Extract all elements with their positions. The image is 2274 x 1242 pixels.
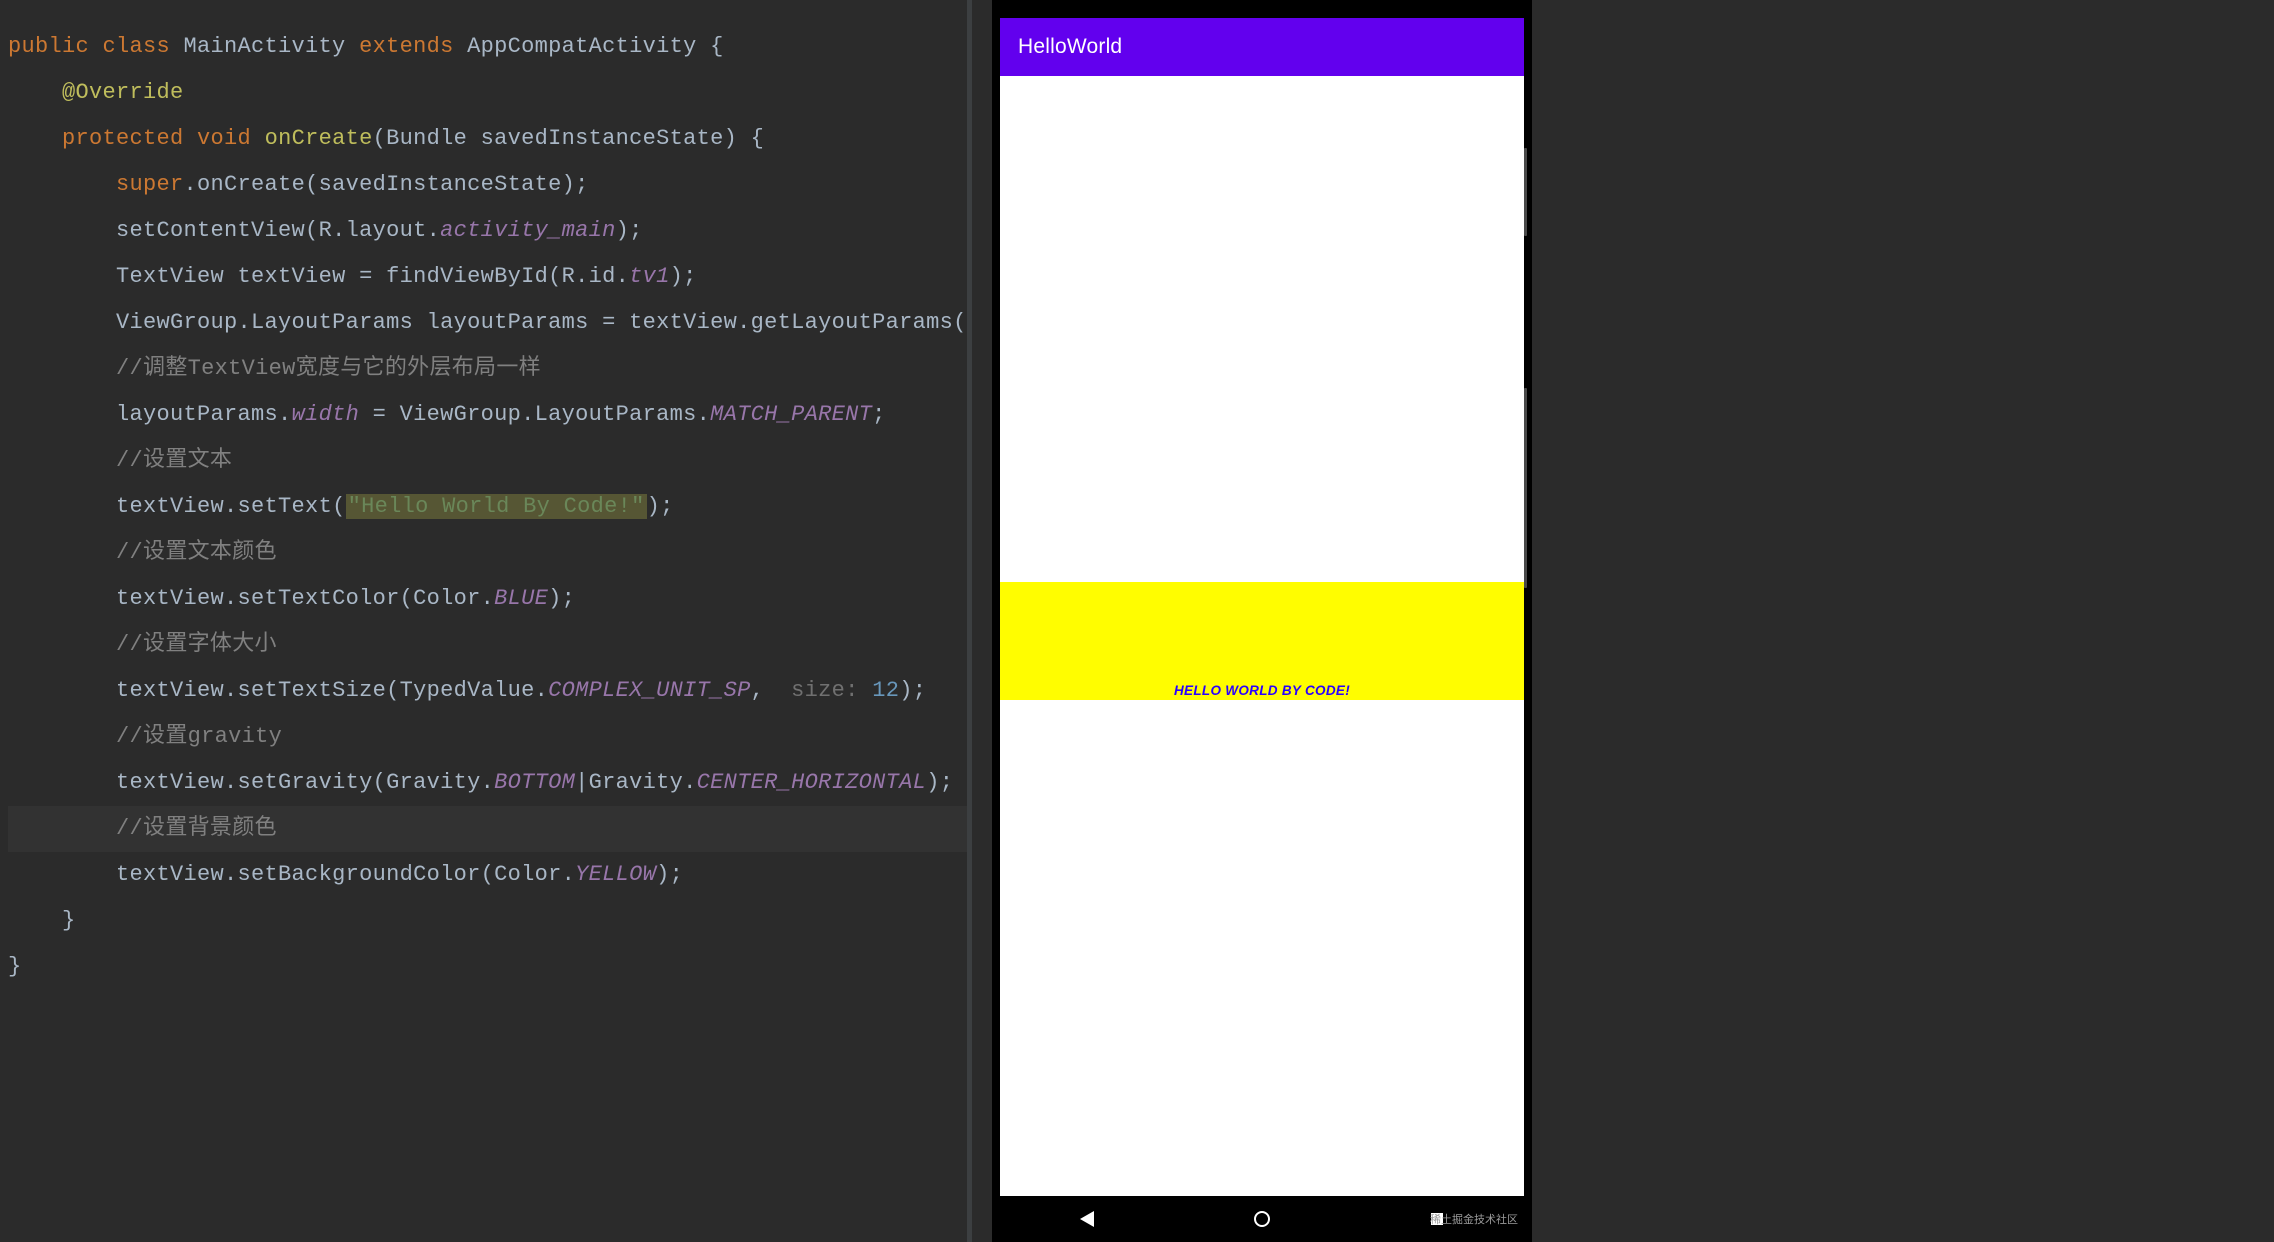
status-bar — [1000, 8, 1524, 18]
code-editor[interactable]: public class MainActivity extends AppCom… — [0, 0, 972, 1242]
code-line: //设置文本颜色 — [8, 530, 968, 576]
code-line: textView.setText("Hello World By Code!")… — [8, 484, 968, 530]
app-bar: HelloWorld — [1000, 18, 1524, 76]
code-line: layoutParams.width = ViewGroup.LayoutPar… — [8, 392, 968, 438]
content-top — [1000, 76, 1524, 582]
code-line: protected void onCreate(Bundle savedInst… — [8, 116, 968, 162]
nav-bar: 稀土掘金技术社区 — [1000, 1196, 1524, 1242]
nav-home-icon[interactable] — [1242, 1211, 1282, 1227]
android-emulator: HelloWorld HELLO WORLD BY CODE! 稀土掘金技术社区 — [992, 0, 1532, 1242]
watermark: 稀土掘金技术社区 — [1430, 1211, 1518, 1227]
code-line: textView.setGravity(Gravity.BOTTOM|Gravi… — [8, 760, 968, 806]
code-line: } — [8, 944, 968, 990]
code-line: //设置字体大小 — [8, 622, 968, 668]
code-line: textView.setBackgroundColor(Color.YELLOW… — [8, 852, 968, 898]
code-line: textView.setTextColor(Color.BLUE); — [8, 576, 968, 622]
code-line: textView.setTextSize(TypedValue.COMPLEX_… — [8, 668, 968, 714]
code-line: TextView textView = findViewById(R.id.tv… — [8, 254, 968, 300]
code-line: //设置gravity — [8, 714, 968, 760]
code-line: //调整TextView宽度与它的外层布局一样 — [8, 346, 968, 392]
nav-back-icon[interactable] — [1067, 1211, 1107, 1227]
textview-text: HELLO WORLD BY CODE! — [1174, 683, 1350, 698]
app-content: HELLO WORLD BY CODE! — [1000, 76, 1524, 1196]
code-line: ViewGroup.LayoutParams layoutParams = te… — [8, 300, 968, 346]
code-line: //设置文本 — [8, 438, 968, 484]
code-line: @Override — [8, 70, 968, 116]
code-line: public class MainActivity extends AppCom… — [8, 24, 968, 70]
editor-scrollbar[interactable] — [967, 0, 972, 1242]
textview: HELLO WORLD BY CODE! — [1000, 582, 1524, 700]
content-bottom — [1000, 700, 1524, 1196]
code-line: super.onCreate(savedInstanceState); — [8, 162, 968, 208]
app-title: HelloWorld — [1018, 35, 1122, 59]
code-line: } — [8, 898, 968, 944]
code-line: setContentView(R.layout.activity_main); — [8, 208, 968, 254]
code-line-current: //设置背景颜色 — [8, 806, 968, 852]
volume-button[interactable] — [1524, 388, 1527, 588]
power-button[interactable] — [1524, 148, 1527, 236]
